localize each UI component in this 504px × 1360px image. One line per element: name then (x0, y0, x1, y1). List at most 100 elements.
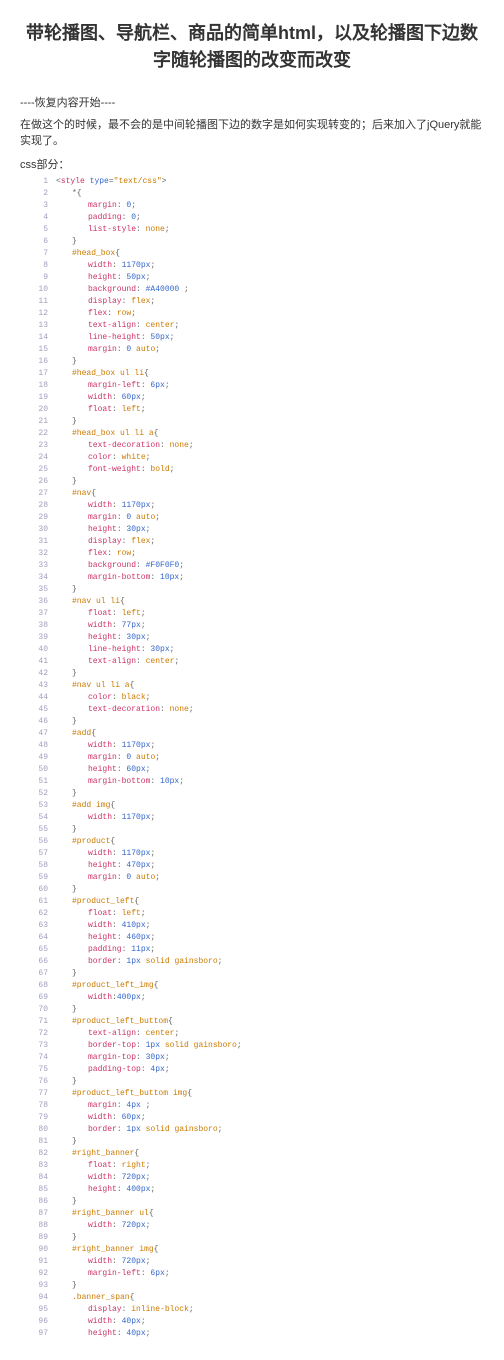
code-line: 50height: 60px; (20, 764, 484, 776)
code-content: #head_box ul li{ (56, 368, 484, 380)
line-number: 72 (20, 1028, 56, 1040)
code-content: width: 720px; (56, 1172, 484, 1184)
code-line: 74margin-top: 30px; (20, 1052, 484, 1064)
code-line: 18margin-left: 6px; (20, 380, 484, 392)
line-number: 30 (20, 524, 56, 536)
line-number: 47 (20, 728, 56, 740)
code-line: 82#right_banner{ (20, 1148, 484, 1160)
code-line: 20float: left; (20, 404, 484, 416)
code-line: 42} (20, 668, 484, 680)
line-number: 8 (20, 260, 56, 272)
line-number: 93 (20, 1280, 56, 1292)
line-number: 81 (20, 1136, 56, 1148)
line-number: 49 (20, 752, 56, 764)
line-number: 50 (20, 764, 56, 776)
line-number: 34 (20, 572, 56, 584)
line-number: 87 (20, 1208, 56, 1220)
code-line: 96width: 40px; (20, 1316, 484, 1328)
code-content: } (56, 416, 484, 428)
code-line: 26} (20, 476, 484, 488)
code-content: margin: 0 auto; (56, 344, 484, 356)
code-block: 1<style type="text/css">2*{3margin: 0;4p… (20, 176, 484, 1340)
line-number: 84 (20, 1172, 56, 1184)
code-content: text-align: center; (56, 1028, 484, 1040)
code-line: 92margin-left: 6px; (20, 1268, 484, 1280)
line-number: 27 (20, 488, 56, 500)
code-line: 95display: inline-block; (20, 1304, 484, 1316)
line-number: 10 (20, 284, 56, 296)
line-number: 60 (20, 884, 56, 896)
line-number: 61 (20, 896, 56, 908)
code-content: } (56, 1136, 484, 1148)
code-line: 1<style type="text/css"> (20, 176, 484, 188)
code-line: 77#product_left_buttom img{ (20, 1088, 484, 1100)
line-number: 89 (20, 1232, 56, 1244)
code-content: flex: row; (56, 548, 484, 560)
line-number: 33 (20, 560, 56, 572)
code-line: 11display: flex; (20, 296, 484, 308)
code-content: margin-bottom: 10px; (56, 776, 484, 788)
line-number: 14 (20, 332, 56, 344)
line-number: 55 (20, 824, 56, 836)
code-content: text-decoration: none; (56, 704, 484, 716)
line-number: 17 (20, 368, 56, 380)
page-title: 带轮播图、导航栏、商品的简单html，以及轮播图下边数字随轮播图的改变而改变 (20, 20, 484, 74)
code-line: 33background: #F0F0F0; (20, 560, 484, 572)
code-line: 80border: 1px solid gainsboro; (20, 1124, 484, 1136)
line-number: 63 (20, 920, 56, 932)
line-number: 1 (20, 176, 56, 188)
code-content: } (56, 968, 484, 980)
line-number: 74 (20, 1052, 56, 1064)
line-number: 52 (20, 788, 56, 800)
line-number: 54 (20, 812, 56, 824)
code-content: height: 60px; (56, 764, 484, 776)
line-number: 95 (20, 1304, 56, 1316)
code-content: #nav ul li{ (56, 596, 484, 608)
code-content: padding: 0; (56, 212, 484, 224)
line-number: 26 (20, 476, 56, 488)
code-content: height: 400px; (56, 1184, 484, 1196)
code-content: width: 1170px; (56, 500, 484, 512)
code-line: 83float: right; (20, 1160, 484, 1172)
code-line: 5list-style: none; (20, 224, 484, 236)
code-line: 25font-weight: bold; (20, 464, 484, 476)
code-line: 91width: 720px; (20, 1256, 484, 1268)
code-content: #add img{ (56, 800, 484, 812)
code-content: height: 30px; (56, 632, 484, 644)
line-number: 56 (20, 836, 56, 848)
code-content: padding-top: 4px; (56, 1064, 484, 1076)
code-line: 29margin: 0 auto; (20, 512, 484, 524)
code-content: border: 1px solid gainsboro; (56, 1124, 484, 1136)
line-number: 79 (20, 1112, 56, 1124)
code-content: width: 1170px; (56, 260, 484, 272)
code-content: float: left; (56, 908, 484, 920)
code-content: margin: 0 auto; (56, 512, 484, 524)
code-line: 47#add{ (20, 728, 484, 740)
code-content: <style type="text/css"> (56, 176, 484, 188)
code-line: 67} (20, 968, 484, 980)
code-content: height: 470px; (56, 860, 484, 872)
code-content: text-align: center; (56, 656, 484, 668)
code-content: } (56, 824, 484, 836)
code-line: 52} (20, 788, 484, 800)
code-line: 24color: white; (20, 452, 484, 464)
code-line: 86} (20, 1196, 484, 1208)
code-content: #right_banner img{ (56, 1244, 484, 1256)
line-number: 42 (20, 668, 56, 680)
code-content: margin: 0 auto; (56, 872, 484, 884)
line-number: 91 (20, 1256, 56, 1268)
line-number: 68 (20, 980, 56, 992)
code-content: width: 60px; (56, 392, 484, 404)
code-content: margin-left: 6px; (56, 380, 484, 392)
line-number: 5 (20, 224, 56, 236)
code-content: #nav{ (56, 488, 484, 500)
code-content: background: #F0F0F0; (56, 560, 484, 572)
code-line: 3margin: 0; (20, 200, 484, 212)
line-number: 36 (20, 596, 56, 608)
code-content: #product_left_buttom img{ (56, 1088, 484, 1100)
code-line: 51margin-bottom: 10px; (20, 776, 484, 788)
code-content: #nav ul li a{ (56, 680, 484, 692)
code-content: margin-top: 30px; (56, 1052, 484, 1064)
code-line: 57width: 1170px; (20, 848, 484, 860)
code-line: 14line-height: 50px; (20, 332, 484, 344)
